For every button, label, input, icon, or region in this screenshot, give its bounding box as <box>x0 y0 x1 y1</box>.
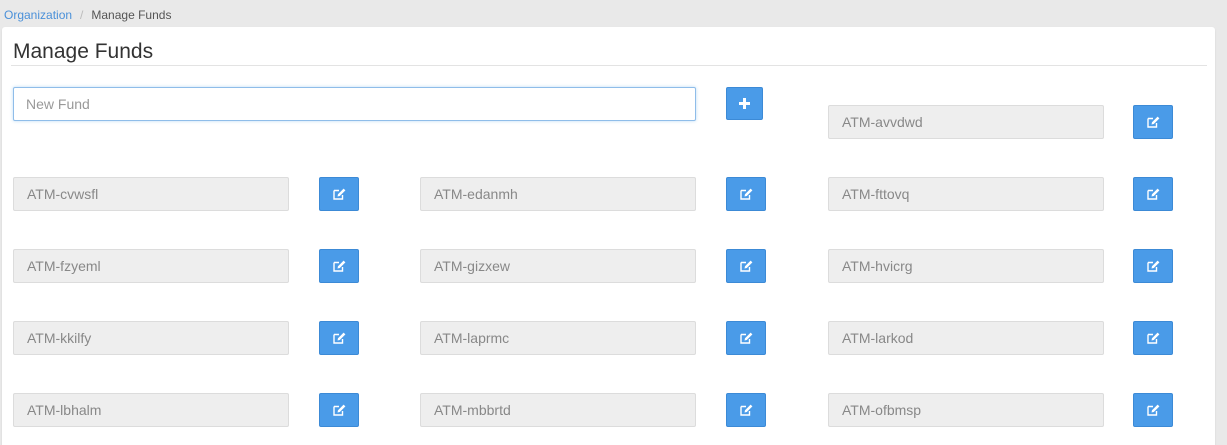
edit-icon <box>739 404 753 416</box>
plus-icon <box>739 98 750 109</box>
fund-name-field: ATM-gizxew <box>420 249 696 283</box>
edit-icon <box>332 332 346 344</box>
edit-icon <box>332 260 346 272</box>
fund-name-field: ATM-cvwsfl <box>13 177 289 211</box>
edit-icon <box>332 404 346 416</box>
edit-fund-button[interactable] <box>726 249 766 283</box>
edit-fund-button[interactable] <box>1133 393 1173 427</box>
edit-icon <box>739 332 753 344</box>
edit-icon <box>1146 188 1160 200</box>
manage-funds-panel: Manage Funds ATM-avvdwd ATM-cvwsfl ATM-eda… <box>2 27 1215 445</box>
edit-fund-button[interactable] <box>319 321 359 355</box>
new-fund-input[interactable] <box>13 87 696 121</box>
edit-fund-button[interactable] <box>1133 249 1173 283</box>
fund-name-field: ATM-edanmh <box>420 177 696 211</box>
page-title: Manage Funds <box>13 40 154 63</box>
fund-name-field: ATM-hvicrg <box>828 249 1104 283</box>
add-fund-button[interactable] <box>726 87 763 120</box>
title-divider <box>11 65 1207 66</box>
edit-icon <box>1146 116 1160 128</box>
breadcrumb-current: Manage Funds <box>91 8 172 22</box>
edit-icon <box>332 188 346 200</box>
edit-fund-button[interactable] <box>319 393 359 427</box>
fund-name-field: ATM-laprmc <box>420 321 696 355</box>
breadcrumb: Organization / Manage Funds <box>4 7 171 23</box>
edit-icon <box>1146 260 1160 272</box>
edit-fund-button[interactable] <box>1133 321 1173 355</box>
edit-icon <box>1146 404 1160 416</box>
edit-icon <box>739 260 753 272</box>
fund-name-field: ATM-lbhalm <box>13 393 289 427</box>
edit-fund-button[interactable] <box>1133 105 1173 139</box>
fund-name-field: ATM-fzyeml <box>13 249 289 283</box>
edit-fund-button[interactable] <box>726 393 766 427</box>
fund-name-field: ATM-fttovq <box>828 177 1104 211</box>
breadcrumb-separator: / <box>80 8 84 22</box>
edit-icon <box>1146 332 1160 344</box>
edit-fund-button[interactable] <box>319 177 359 211</box>
edit-fund-button[interactable] <box>726 177 766 211</box>
edit-fund-button[interactable] <box>726 321 766 355</box>
fund-name-field: ATM-kkilfy <box>13 321 289 355</box>
edit-icon <box>739 188 753 200</box>
breadcrumb-link-organization[interactable]: Organization <box>4 7 72 23</box>
edit-fund-button[interactable] <box>1133 177 1173 211</box>
fund-name-field: ATM-avvdwd <box>828 105 1104 139</box>
fund-name-field: ATM-larkod <box>828 321 1104 355</box>
fund-name-field: ATM-mbbrtd <box>420 393 696 427</box>
edit-fund-button[interactable] <box>319 249 359 283</box>
fund-name-field: ATM-ofbmsp <box>828 393 1104 427</box>
